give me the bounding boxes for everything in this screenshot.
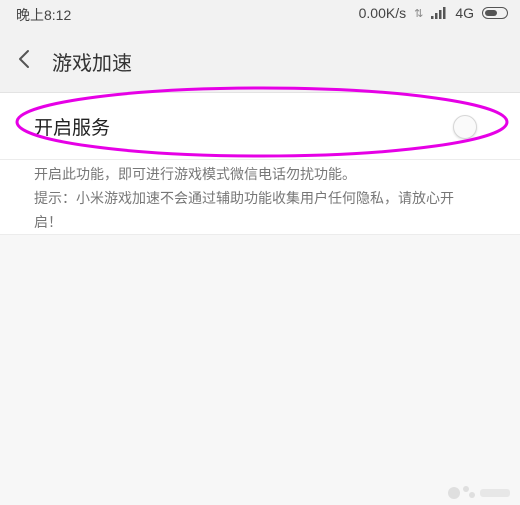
service-toggle-switch[interactable] bbox=[453, 115, 485, 139]
network-type: 4G bbox=[455, 5, 474, 21]
data-arrows-icon: ⇅ bbox=[414, 7, 424, 20]
toggle-knob bbox=[453, 115, 477, 139]
title-bar: 游戏加速 bbox=[0, 28, 520, 93]
status-time: 晚上8:12 bbox=[16, 7, 72, 23]
watermark-logo bbox=[448, 486, 510, 499]
battery-icon bbox=[482, 7, 508, 19]
signal-icon bbox=[431, 7, 446, 19]
network-speed: 0.00K/s bbox=[358, 5, 407, 21]
status-bar: 晚上8:12 0.00K/s ⇅ 4G bbox=[0, 0, 520, 28]
chevron-left-icon[interactable] bbox=[14, 48, 36, 70]
service-toggle-row[interactable]: 开启服务 bbox=[0, 93, 520, 160]
description-line-3: 启！ bbox=[34, 215, 62, 231]
service-toggle-label: 开启服务 bbox=[34, 117, 111, 139]
page-title: 游戏加速 bbox=[52, 51, 132, 75]
description-block: 开启此功能，即可进行游戏模式微信电话勿扰功能。 提示：小米游戏加速不会通过辅助功… bbox=[0, 160, 520, 235]
description-line-2: 提示：小米游戏加速不会通过辅助功能收集用户任何隐私，请放心开 bbox=[34, 191, 454, 207]
status-right: 0.00K/s ⇅ 4G bbox=[359, 5, 508, 21]
description-line-1: 开启此功能，即可进行游戏模式微信电话勿扰功能。 bbox=[34, 167, 356, 183]
